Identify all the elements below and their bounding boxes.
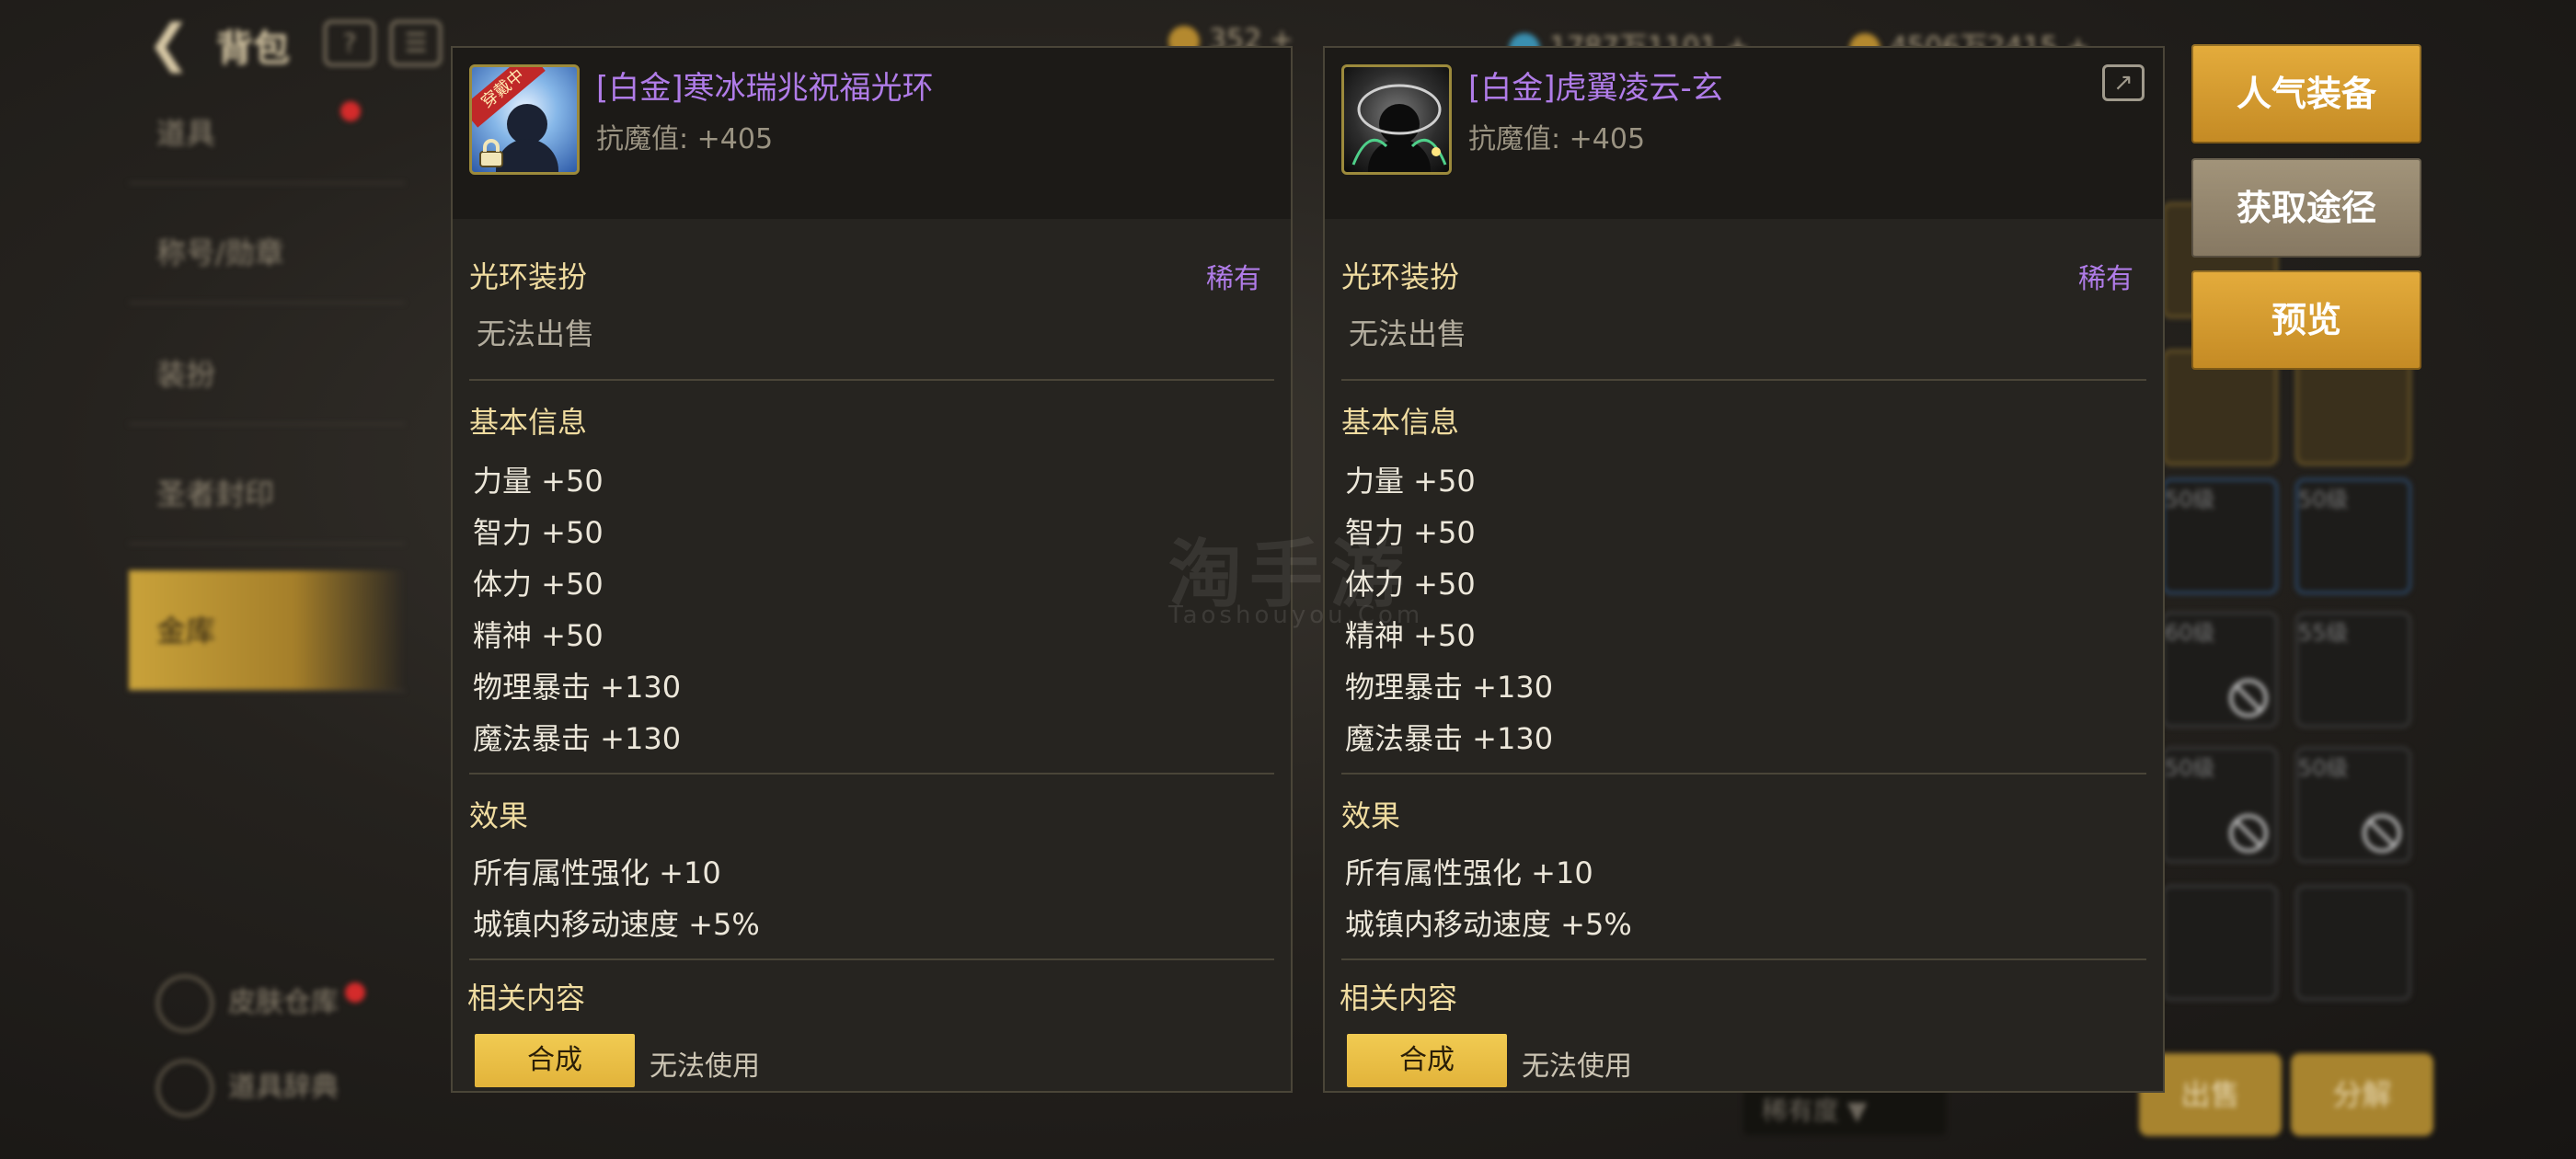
skin-storage-label: 皮肤仓库 <box>228 986 339 1019</box>
inventory-slot[interactable]: 60级 <box>2162 612 2278 728</box>
effect-line: 所有属性强化 +10 <box>1345 855 1593 890</box>
stat-line: 力量 +50 <box>473 464 604 499</box>
page-title: 背包 <box>216 28 290 70</box>
item-name: [白金]寒冰瑞兆祝福光环 <box>596 70 934 107</box>
stat-line: 力量 +50 <box>1345 464 1476 499</box>
divider <box>1341 379 2146 381</box>
item-tooltip-equipped: 穿戴中 [白金]寒冰瑞兆祝福光环 抗魔值: +405 光环装扮 稀有 无法出售 … <box>451 46 1293 1093</box>
nav-item-items[interactable]: 道具 <box>129 83 405 184</box>
item-dict-label: 道具辞典 <box>228 1071 339 1104</box>
tooltip-header: [白金]虎翼凌云-玄 抗魔值: +405 ↗ <box>1325 48 2163 219</box>
lock-icon <box>479 139 503 167</box>
cannot-use-label: 无法使用 <box>1522 1050 1632 1083</box>
item-tooltip-compare: [白金]虎翼凌云-玄 抗魔值: +405 ↗ 光环装扮 稀有 无法出售 基本信息… <box>1323 46 2165 1093</box>
divider <box>469 379 1274 381</box>
divider <box>469 773 1274 775</box>
watermark-sub: Taoshouyou.Com <box>1168 602 1424 629</box>
skin-storage-icon <box>156 975 213 1032</box>
no-trade-icon <box>2363 814 2401 853</box>
basic-info-title: 基本信息 <box>1341 405 1460 440</box>
inventory-slot[interactable]: 50级 <box>2162 478 2278 594</box>
nav-item-seal[interactable]: 圣者封印 <box>129 443 405 545</box>
wings-aura-icon <box>1351 84 1447 166</box>
inventory-slot[interactable]: 50级 <box>2295 747 2411 863</box>
compose-button[interactable]: 合成 <box>1347 1034 1507 1087</box>
category-label: 光环装扮 <box>469 259 588 294</box>
item-dict-icon <box>156 1060 213 1117</box>
nav-item-label: 称号/勋章 <box>156 235 284 270</box>
cannot-use-label: 无法使用 <box>650 1050 760 1083</box>
help-icon[interactable]: ? <box>324 20 375 66</box>
item-name: [白金]虎翼凌云-玄 <box>1468 70 1723 107</box>
no-trade-icon <box>2229 679 2268 717</box>
sell-label: 出售 <box>2180 1077 2240 1112</box>
rarity-dropdown[interactable]: 稀有度 ▼ <box>1743 1087 1946 1135</box>
tooltip-header: 穿戴中 [白金]寒冰瑞兆祝福光环 抗魔值: +405 <box>453 48 1291 219</box>
effect-line: 城镇内移动速度 +5% <box>1345 907 1632 942</box>
related-title: 相关内容 <box>467 981 586 1016</box>
sell-status: 无法出售 <box>1349 316 1467 351</box>
stat-line: 智力 +50 <box>473 515 604 550</box>
basic-info-title: 基本信息 <box>469 405 588 440</box>
effect-title: 效果 <box>469 798 529 833</box>
rarity-dropdown-label: 稀有度 <box>1762 1096 1840 1126</box>
effect-line: 所有属性强化 +10 <box>473 855 721 890</box>
sell-status: 无法出售 <box>477 316 595 351</box>
nav-item-label: 装扮 <box>156 357 216 392</box>
inventory-slot[interactable] <box>2295 885 2411 1001</box>
slot-level: 50级 <box>2165 487 2215 512</box>
inventory-slot[interactable]: 50级 <box>2295 478 2411 594</box>
slot-level: 50级 <box>2298 487 2349 512</box>
menu-icon[interactable]: ☰ <box>390 20 442 66</box>
divider <box>1341 958 2146 960</box>
stat-line: 魔法暴击 +130 <box>473 721 682 756</box>
item-main-stat: 抗魔值: +405 <box>1468 123 1646 155</box>
inventory-slot[interactable]: 55级 <box>2295 612 2411 728</box>
slot-level: 60级 <box>2165 620 2215 646</box>
effect-title: 效果 <box>1341 798 1401 833</box>
stat-line: 体力 +50 <box>473 567 604 602</box>
inventory-slot[interactable]: 50级 <box>2162 747 2278 863</box>
stat-line: 物理暴击 +130 <box>1345 670 1554 705</box>
item-dict-link[interactable]: 道具辞典 <box>156 1060 339 1117</box>
category-label: 光环装扮 <box>1341 259 1460 294</box>
stat-line: 物理暴击 +130 <box>473 670 682 705</box>
rarity-label: 稀有 <box>2078 263 2133 295</box>
notification-dot <box>345 982 365 1003</box>
get-source-button[interactable]: 获取途径 <box>2191 158 2421 258</box>
slot-level: 55级 <box>2298 620 2349 646</box>
preview-button[interactable]: 预览 <box>2191 270 2421 370</box>
compose-button[interactable]: 合成 <box>475 1034 635 1087</box>
divider <box>469 958 1274 960</box>
back-arrow-icon[interactable]: ❮ <box>147 17 202 72</box>
avatar-silhouette-body <box>496 139 558 172</box>
dismantle-button[interactable]: 分解 <box>2291 1053 2433 1136</box>
nav-item-vault[interactable]: 金库 <box>129 570 405 692</box>
divider <box>1341 773 2146 775</box>
notification-dot <box>340 101 361 121</box>
effect-line: 城镇内移动速度 +5% <box>473 907 760 942</box>
rarity-label: 稀有 <box>1206 263 1261 295</box>
dismantle-label: 分解 <box>2332 1077 2392 1112</box>
inventory-slot[interactable] <box>2162 885 2278 1001</box>
nav-item-label: 金库 <box>156 614 216 648</box>
no-trade-icon <box>2229 814 2268 853</box>
slot-level: 50级 <box>2165 755 2215 781</box>
slot-level: 50级 <box>2298 755 2349 781</box>
popular-equip-button[interactable]: 人气装备 <box>2191 44 2421 143</box>
stat-line: 魔法暴击 +130 <box>1345 721 1554 756</box>
item-main-stat: 抗魔值: +405 <box>596 123 774 155</box>
nav-item-titles[interactable]: 称号/勋章 <box>129 202 405 304</box>
nav-item-label: 圣者封印 <box>156 476 275 511</box>
item-icon <box>1341 64 1452 175</box>
nav-item-label: 道具 <box>156 116 216 151</box>
stat-line: 精神 +50 <box>473 618 604 653</box>
share-icon[interactable]: ↗ <box>2102 64 2145 101</box>
related-title: 相关内容 <box>1340 981 1458 1016</box>
nav-item-costume[interactable]: 装扮 <box>129 324 405 425</box>
item-icon: 穿戴中 <box>469 64 580 175</box>
skin-storage-link[interactable]: 皮肤仓库 <box>156 975 339 1032</box>
